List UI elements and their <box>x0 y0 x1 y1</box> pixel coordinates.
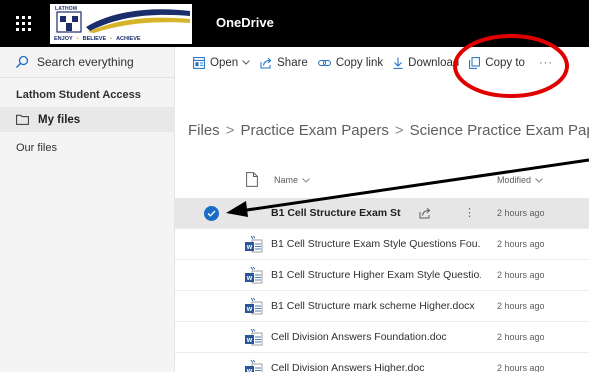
copy-icon <box>469 56 481 69</box>
word-document-icon: w <box>245 266 263 284</box>
chevron-down-icon <box>302 177 310 183</box>
chevron-down-icon <box>242 60 250 65</box>
copy-to-button[interactable]: Copy to <box>469 57 525 69</box>
file-type-header-icon[interactable] <box>246 172 258 187</box>
top-bar: LATHOM ENJOY • BELIEVE • ACHIEVE OneDriv… <box>0 0 589 47</box>
link-icon <box>317 59 331 66</box>
share-label: Share <box>277 56 308 69</box>
search-box[interactable]: Search everything <box>0 47 175 78</box>
download-button[interactable]: Download <box>393 57 459 69</box>
svg-text:w: w <box>246 306 253 313</box>
open-icon <box>193 56 205 69</box>
more-options-icon[interactable]: ⋮ <box>464 206 475 219</box>
logo-swoosh-icon <box>86 9 190 33</box>
file-name[interactable]: B1 Cell Structure Exam Style Questions F… <box>271 238 481 250</box>
modified-time: 2 hours ago <box>497 332 545 342</box>
school-logo[interactable]: LATHOM ENJOY • BELIEVE • ACHIEVE <box>50 4 192 44</box>
word-document-icon: w <box>245 297 263 315</box>
motto-word: ACHIEVE <box>116 36 141 42</box>
breadcrumb-current: Science Practice Exam Papers <box>409 122 589 139</box>
folder-icon <box>16 114 29 125</box>
table-row[interactable]: w B1 Cell Structure Exam Style Questions… <box>175 229 589 260</box>
file-name[interactable]: B1 Cell Structure mark scheme Higher.doc… <box>271 300 481 312</box>
copy-link-label: Copy link <box>335 56 384 69</box>
share-icon <box>260 57 272 68</box>
share-button[interactable]: Share <box>260 57 308 69</box>
nav-item-my-files[interactable]: My files <box>0 107 175 132</box>
open-label: Open <box>210 56 239 69</box>
modified-time: 2 hours ago <box>497 270 545 280</box>
breadcrumb-separator-icon: > <box>225 122 235 139</box>
breadcrumb-separator-icon: > <box>394 122 404 139</box>
nav-item-label: My files <box>38 113 81 126</box>
table-row[interactable]: w B1 Cell Structure mark scheme Higher.d… <box>175 291 589 322</box>
column-header-label: Name <box>274 175 299 185</box>
logo-motto: ENJOY • BELIEVE • ACHIEVE <box>54 35 190 43</box>
modified-time: 2 hours ago <box>497 208 545 218</box>
open-button[interactable]: Open <box>193 57 250 69</box>
table-row[interactable]: B1 Cell Structure Exam Style M... ⋮ 2 ho… <box>175 198 589 229</box>
motto-dot: • <box>76 36 79 42</box>
motto-word: BELIEVE <box>82 36 107 42</box>
column-header-label: Modified <box>497 175 532 185</box>
modified-time: 2 hours ago <box>497 363 545 372</box>
download-icon <box>393 57 403 69</box>
org-name: Lathom Student Access <box>16 89 141 101</box>
file-name[interactable]: B1 Cell Structure Higher Exam Style Ques… <box>271 269 481 281</box>
table-row[interactable]: w B1 Cell Structure Higher Exam Style Qu… <box>175 260 589 291</box>
svg-text:w: w <box>246 275 253 282</box>
copy-link-button[interactable]: Copy link <box>317 56 384 69</box>
left-nav: Search everything Lathom Student Access … <box>0 47 175 372</box>
nav-item-our-files[interactable]: Our files <box>16 142 57 154</box>
file-name[interactable]: Cell Division Answers Foundation.doc <box>271 331 481 343</box>
table-row[interactable]: w Cell Division Answers Foundation.doc 2… <box>175 322 589 353</box>
breadcrumb: Files > Practice Exam Papers > Science Pract… <box>188 122 589 139</box>
download-label: Download <box>408 56 460 69</box>
file-list: Name Modified B1 Cell Structure Exam Sty… <box>175 160 589 372</box>
word-document-icon: w <box>245 328 263 346</box>
breadcrumb-item[interactable]: Files <box>188 122 220 139</box>
search-icon <box>16 55 29 68</box>
command-bar: Open Share Copy link Download Copy to ··… <box>175 47 589 78</box>
column-header-name[interactable]: Name <box>274 175 310 185</box>
app-launcher-button[interactable] <box>0 0 46 47</box>
modified-time: 2 hours ago <box>497 301 545 311</box>
svg-text:w: w <box>246 368 253 372</box>
breadcrumb-item[interactable]: Practice Exam Papers <box>240 122 388 139</box>
svg-text:w: w <box>246 337 253 344</box>
motto-word: ENJOY <box>54 36 73 42</box>
word-document-icon: w <box>245 359 263 372</box>
column-header-modified[interactable]: Modified <box>497 175 543 185</box>
copy-to-label: Copy to <box>485 56 525 69</box>
share-icon[interactable] <box>419 207 431 219</box>
app-title[interactable]: OneDrive <box>216 15 274 30</box>
motto-dot: • <box>110 36 113 42</box>
table-row[interactable]: w Cell Division Answers Higher.doc 2 hou… <box>175 353 589 372</box>
checkmark-icon[interactable] <box>204 206 219 221</box>
search-placeholder: Search everything <box>37 55 134 69</box>
more-actions-button[interactable]: ··· <box>539 57 553 69</box>
onedrive-window: LATHOM ENJOY • BELIEVE • ACHIEVE OneDriv… <box>0 0 589 372</box>
modified-time: 2 hours ago <box>497 239 545 249</box>
svg-text:w: w <box>246 244 253 251</box>
word-document-icon: w <box>245 235 263 253</box>
waffle-icon <box>15 16 31 31</box>
file-name[interactable]: B1 Cell Structure Exam Style M... <box>271 207 401 219</box>
list-header: Name Modified <box>175 160 589 198</box>
file-name[interactable]: Cell Division Answers Higher.doc <box>271 362 481 372</box>
logo-crest-name: LATHOM <box>55 6 78 12</box>
chevron-down-icon <box>535 177 543 183</box>
